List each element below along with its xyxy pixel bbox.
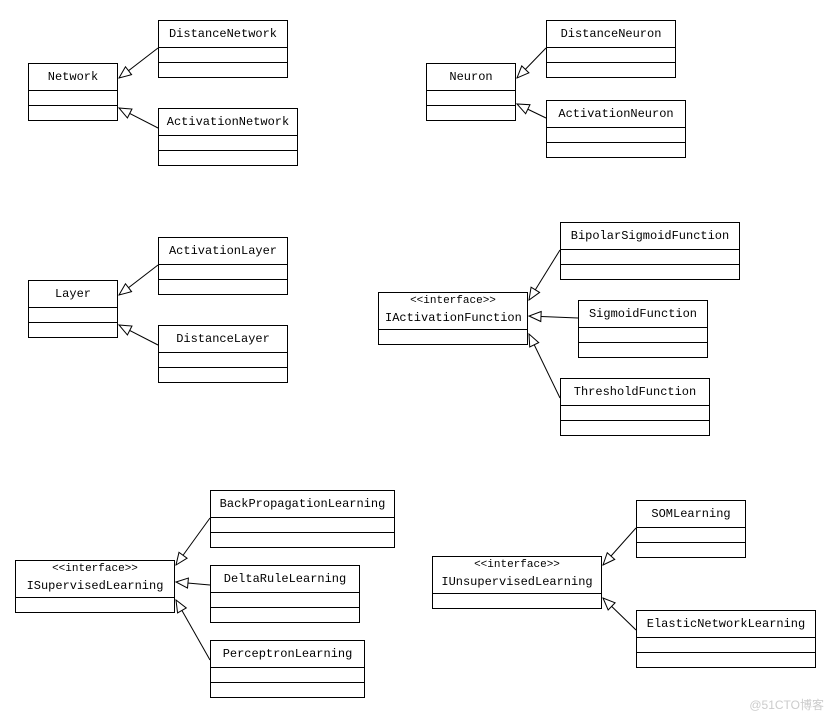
class-name: DeltaRuleLearning bbox=[211, 566, 359, 593]
interface-unsupervised-learning: <<interface>> IUnsupervisedLearning bbox=[432, 556, 602, 609]
class-name: DistanceNeuron bbox=[547, 21, 675, 48]
class-name: DistanceLayer bbox=[159, 326, 287, 353]
attrs-section bbox=[159, 48, 287, 63]
ops-section bbox=[433, 594, 601, 608]
ops-section bbox=[211, 608, 359, 622]
class-layer: Layer bbox=[28, 280, 118, 338]
ops-section bbox=[29, 106, 117, 120]
class-activation-neuron: ActivationNeuron bbox=[546, 100, 686, 158]
attrs-section bbox=[159, 136, 297, 151]
class-name: SOMLearning bbox=[637, 501, 745, 528]
ops-section bbox=[547, 63, 675, 77]
class-som: SOMLearning bbox=[636, 500, 746, 558]
class-perceptron: PerceptronLearning bbox=[210, 640, 365, 698]
class-distance-layer: DistanceLayer bbox=[158, 325, 288, 383]
class-neuron: Neuron bbox=[426, 63, 516, 121]
class-name: DistanceNetwork bbox=[159, 21, 287, 48]
ops-section bbox=[159, 151, 297, 165]
stereotype: <<interface>> bbox=[433, 557, 601, 571]
attrs-section bbox=[211, 518, 394, 533]
ops-section bbox=[579, 343, 707, 357]
class-name: Network bbox=[29, 64, 117, 91]
interface-activation-function: <<interface>> IActivationFunction bbox=[378, 292, 528, 345]
class-backprop: BackPropagationLearning bbox=[210, 490, 395, 548]
ops-section bbox=[637, 653, 815, 667]
ops-section bbox=[159, 280, 287, 294]
attrs-section bbox=[637, 528, 745, 543]
ops-section bbox=[379, 330, 527, 344]
ops-section bbox=[211, 683, 364, 697]
class-distance-network: DistanceNetwork bbox=[158, 20, 288, 78]
class-name: ActivationNeuron bbox=[547, 101, 685, 128]
class-name: PerceptronLearning bbox=[211, 641, 364, 668]
attrs-section bbox=[159, 353, 287, 368]
class-name: SigmoidFunction bbox=[579, 301, 707, 328]
class-deltarule: DeltaRuleLearning bbox=[210, 565, 360, 623]
class-name: ThresholdFunction bbox=[561, 379, 709, 406]
class-name: BackPropagationLearning bbox=[211, 491, 394, 518]
ops-section bbox=[561, 265, 739, 279]
attrs-section bbox=[579, 328, 707, 343]
class-name: ElasticNetworkLearning bbox=[637, 611, 815, 638]
attrs-section bbox=[211, 668, 364, 683]
attrs-section bbox=[29, 91, 117, 106]
ops-section bbox=[211, 533, 394, 547]
class-name: ActivationNetwork bbox=[159, 109, 297, 136]
interface-supervised-learning: <<interface>> ISupervisedLearning bbox=[15, 560, 175, 613]
attrs-section bbox=[637, 638, 815, 653]
class-name: IActivationFunction bbox=[379, 307, 527, 330]
attrs-section bbox=[159, 265, 287, 280]
ops-section bbox=[637, 543, 745, 557]
attrs-section bbox=[29, 308, 117, 323]
class-elastic: ElasticNetworkLearning bbox=[636, 610, 816, 668]
attrs-section bbox=[561, 250, 739, 265]
attrs-section bbox=[561, 406, 709, 421]
class-name: BipolarSigmoidFunction bbox=[561, 223, 739, 250]
attrs-section bbox=[427, 91, 515, 106]
class-bipolar-sigmoid: BipolarSigmoidFunction bbox=[560, 222, 740, 280]
class-sigmoid: SigmoidFunction bbox=[578, 300, 708, 358]
attrs-section bbox=[547, 128, 685, 143]
watermark: @51CTO博客 bbox=[749, 696, 824, 713]
stereotype: <<interface>> bbox=[16, 561, 174, 575]
ops-section bbox=[29, 323, 117, 337]
class-network: Network bbox=[28, 63, 118, 121]
class-activation-layer: ActivationLayer bbox=[158, 237, 288, 295]
ops-section bbox=[16, 598, 174, 612]
class-name: Neuron bbox=[427, 64, 515, 91]
class-distance-neuron: DistanceNeuron bbox=[546, 20, 676, 78]
attrs-section bbox=[211, 593, 359, 608]
ops-section bbox=[159, 368, 287, 382]
attrs-section bbox=[547, 48, 675, 63]
ops-section bbox=[561, 421, 709, 435]
class-name: Layer bbox=[29, 281, 117, 308]
class-name: ISupervisedLearning bbox=[16, 575, 174, 598]
ops-section bbox=[547, 143, 685, 157]
class-name: ActivationLayer bbox=[159, 238, 287, 265]
ops-section bbox=[159, 63, 287, 77]
ops-section bbox=[427, 106, 515, 120]
class-activation-network: ActivationNetwork bbox=[158, 108, 298, 166]
class-threshold: ThresholdFunction bbox=[560, 378, 710, 436]
class-name: IUnsupervisedLearning bbox=[433, 571, 601, 594]
stereotype: <<interface>> bbox=[379, 293, 527, 307]
